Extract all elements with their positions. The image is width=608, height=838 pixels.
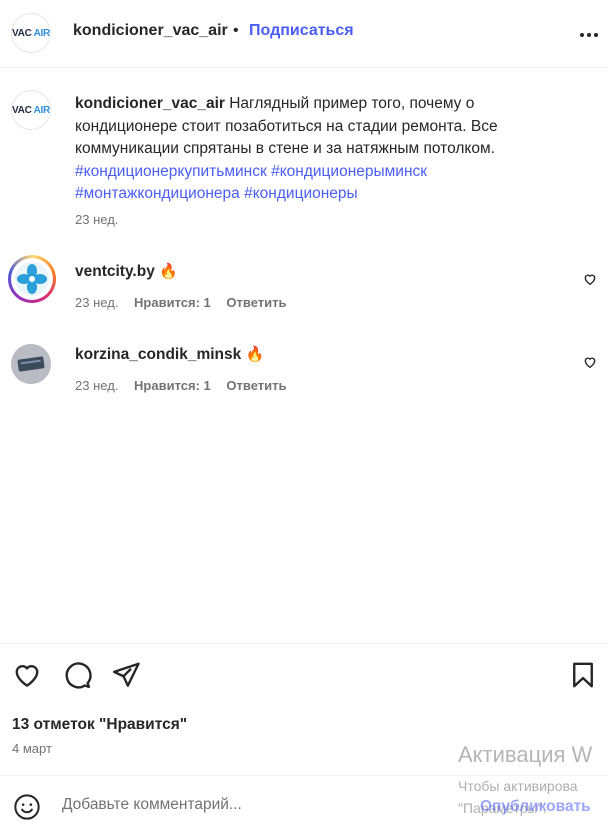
comment-time[interactable]: 23 нед. [75,378,118,393]
caption-text: kondicioner_vac_air Наглядный пример тог… [75,93,565,206]
reply-button[interactable]: Ответить [226,295,286,310]
separator-dot: • [233,22,239,39]
commenter-avatar[interactable] [11,344,51,384]
fan-logo-icon [15,262,49,296]
caption-username[interactable]: kondicioner_vac_air [75,95,225,112]
comment-time[interactable]: 23 нед. [75,295,118,310]
caption-author-avatar[interactable]: VAC AIR [11,90,51,130]
comment-like-icon[interactable] [583,272,597,290]
publish-button[interactable]: Опубликовать [480,798,591,816]
commenter-username[interactable]: ventcity.by [75,263,155,280]
comment-meta: 23 нед. Нравится: 1 Ответить [75,378,298,393]
comment-text: 🔥 [245,346,265,363]
commenter-username[interactable]: korzina_condik_minsk [75,346,241,363]
comment-input[interactable] [62,796,462,814]
add-comment-bar: Опубликовать [0,776,608,838]
comment-likes[interactable]: Нравится: 1 [134,378,211,393]
author-avatar[interactable]: VAC AIR [11,13,51,53]
air-conditioner-photo-icon [11,344,51,384]
windows-activation-title: Активация W [458,742,593,767]
post-date[interactable]: 4 март [12,741,52,756]
author-username[interactable]: kondicioner_vac_air [73,22,228,40]
emoji-icon[interactable] [13,793,41,825]
comment-icon[interactable] [62,660,92,694]
hashtag-link[interactable]: #монтажкондиционера [75,185,240,202]
likes-count[interactable]: 13 отметок "Нравится" [12,716,187,734]
post-header: VAC AIR kondicioner_vac_air • Подписатьс… [0,0,608,68]
caption-timestamp[interactable]: 23 нед. [75,212,118,227]
hashtag-link[interactable]: #кондиционерыминск [271,163,427,180]
hashtag-link[interactable]: #кондиционеркупитьминск [75,163,267,180]
vac-air-logo: VAC AIR [12,104,50,116]
vac-air-logo: VAC AIR [12,27,50,39]
comment-likes[interactable]: Нравится: 1 [134,295,211,310]
send-icon[interactable] [111,660,141,694]
comment-text-line: korzina_condik_minsk 🔥 [75,345,264,364]
commenter-avatar[interactable] [11,258,53,300]
divider [0,643,608,644]
reply-button[interactable]: Ответить [226,378,286,393]
more-horizontal-icon[interactable] [580,24,598,41]
heart-icon[interactable] [12,660,42,694]
hashtag-link[interactable]: #кондиционеры [244,185,358,202]
follow-button[interactable]: Подписаться [249,22,354,40]
comment-meta: 23 нед. Нравится: 1 Ответить [75,295,298,310]
comment-like-icon[interactable] [583,355,597,373]
post-actions [0,660,608,700]
comment-text-line: ventcity.by 🔥 [75,262,178,281]
bookmark-icon[interactable] [568,660,598,694]
comment-text: 🔥 [159,263,178,280]
